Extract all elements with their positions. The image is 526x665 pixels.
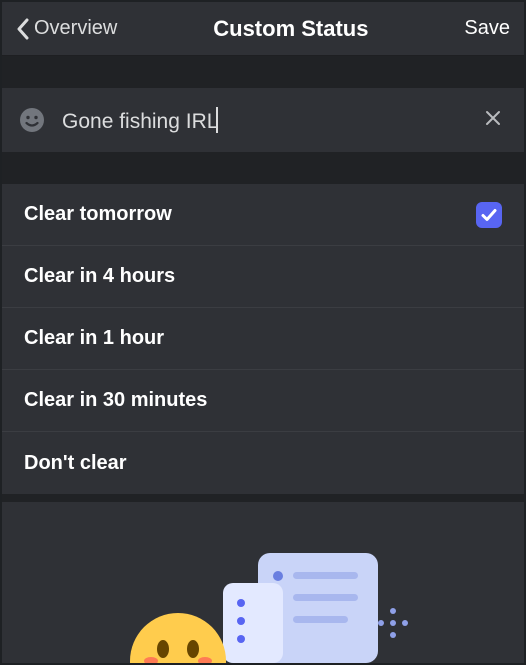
save-button[interactable]: Save (464, 17, 510, 40)
option-clear-4-hours[interactable]: Clear in 4 hours (2, 246, 524, 308)
option-clear-tomorrow[interactable]: Clear tomorrow (2, 184, 524, 246)
option-clear-30-min[interactable]: Clear in 30 minutes (2, 370, 524, 432)
illustration (2, 510, 524, 663)
status-text-value: Gone fishing IRL (62, 110, 218, 133)
back-button[interactable]: Overview (16, 17, 117, 40)
section-gap (2, 152, 524, 184)
nav-bar: Overview Custom Status Save (2, 2, 524, 56)
check-icon (480, 206, 498, 224)
option-dont-clear[interactable]: Don't clear (2, 432, 524, 494)
option-label: Clear tomorrow (24, 203, 172, 226)
smile-icon (19, 107, 45, 133)
chevron-left-icon (16, 18, 30, 40)
option-label: Clear in 4 hours (24, 265, 175, 288)
option-label: Clear in 30 minutes (24, 389, 207, 412)
section-gap (2, 56, 524, 88)
option-label: Don't clear (24, 452, 127, 475)
clear-input-button[interactable] (478, 103, 508, 138)
section-gap (2, 494, 524, 502)
option-clear-1-hour[interactable]: Clear in 1 hour (2, 308, 524, 370)
option-label: Clear in 1 hour (24, 327, 164, 350)
status-input[interactable]: Gone fishing IRL (62, 107, 478, 134)
page-title: Custom Status (213, 16, 368, 42)
clear-options-list: Clear tomorrow Clear in 4 hours Clear in… (2, 184, 524, 494)
close-icon (484, 109, 502, 127)
status-input-row: Gone fishing IRL (2, 88, 524, 152)
option-checkmark (476, 202, 502, 228)
text-caret (216, 107, 218, 133)
back-label: Overview (34, 17, 117, 40)
emoji-picker-button[interactable] (18, 106, 46, 134)
